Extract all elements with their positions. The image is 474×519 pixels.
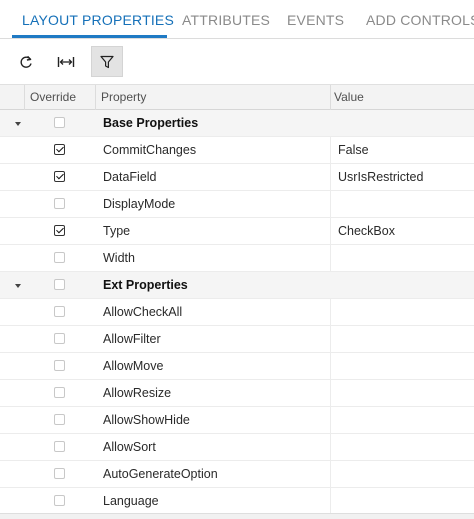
- table-row[interactable]: Type CheckBox: [0, 218, 474, 245]
- table-row[interactable]: AutoGenerateOption: [0, 461, 474, 488]
- tab-add-controls[interactable]: ADD CONTROLS: [366, 0, 474, 38]
- table-row[interactable]: AllowResize: [0, 380, 474, 407]
- value-column-header[interactable]: Value: [334, 85, 364, 110]
- table-row[interactable]: DataField UsrIsRestricted: [0, 164, 474, 191]
- override-checkbox[interactable]: [54, 495, 65, 506]
- property-name: Base Properties: [103, 116, 199, 130]
- group-row-ext-properties[interactable]: Ext Properties: [0, 272, 474, 299]
- property-name: AllowMove: [103, 359, 164, 373]
- active-tab-indicator: [12, 35, 167, 38]
- fit-width-icon: [57, 56, 75, 67]
- horizontal-scrollbar[interactable]: [0, 513, 474, 519]
- table-row[interactable]: AllowSort: [0, 434, 474, 461]
- property-name: Type: [103, 224, 131, 238]
- collapse-caret-icon[interactable]: [15, 284, 21, 288]
- property-name: CommitChanges: [103, 143, 197, 157]
- override-checkbox[interactable]: [54, 279, 65, 290]
- group-row-base-properties[interactable]: Base Properties: [0, 110, 474, 137]
- grid-header: Override Property Value: [0, 84, 474, 110]
- table-row[interactable]: CommitChanges False: [0, 137, 474, 164]
- override-checkbox[interactable]: [54, 468, 65, 479]
- tab-layout-properties[interactable]: LAYOUT PROPERTIES: [22, 0, 174, 38]
- property-value[interactable]: CheckBox: [338, 218, 395, 244]
- override-checkbox[interactable]: [54, 171, 65, 182]
- override-checkbox[interactable]: [54, 117, 65, 128]
- override-checkbox[interactable]: [54, 333, 65, 344]
- property-name: DataField: [103, 170, 157, 184]
- property-column-header[interactable]: Property: [101, 85, 146, 110]
- table-row[interactable]: DisplayMode: [0, 191, 474, 218]
- refresh-icon: [20, 55, 32, 68]
- filter-button[interactable]: [91, 46, 123, 77]
- override-checkbox[interactable]: [54, 144, 65, 155]
- property-name: Ext Properties: [103, 278, 188, 292]
- grid-body: Base Properties CommitChanges False Data…: [0, 110, 474, 515]
- property-name: AllowCheckAll: [103, 305, 183, 319]
- override-checkbox[interactable]: [54, 360, 65, 371]
- override-column-header[interactable]: Override: [30, 85, 76, 110]
- override-checkbox[interactable]: [54, 252, 65, 263]
- filter-icon: [100, 55, 114, 68]
- override-checkbox[interactable]: [54, 441, 65, 452]
- property-name: Width: [103, 251, 135, 265]
- property-name: AllowSort: [103, 440, 156, 454]
- tab-attributes[interactable]: ATTRIBUTES: [182, 0, 270, 38]
- property-name: DisplayMode: [103, 197, 176, 211]
- table-row[interactable]: AllowCheckAll: [0, 299, 474, 326]
- fit-to-screen-button[interactable]: [50, 46, 82, 77]
- column-divider: [24, 85, 25, 110]
- override-checkbox[interactable]: [54, 198, 65, 209]
- property-name: AllowFilter: [103, 332, 161, 346]
- column-divider: [95, 85, 96, 110]
- tab-bar: LAYOUT PROPERTIES ATTRIBUTES EVENTS ADD …: [0, 0, 474, 39]
- override-checkbox[interactable]: [54, 387, 65, 398]
- property-value[interactable]: UsrIsRestricted: [338, 164, 423, 190]
- override-checkbox[interactable]: [54, 306, 65, 317]
- property-name: AllowResize: [103, 386, 172, 400]
- tab-events[interactable]: EVENTS: [287, 0, 344, 38]
- table-row[interactable]: AllowShowHide: [0, 407, 474, 434]
- table-row[interactable]: AllowFilter: [0, 326, 474, 353]
- table-row[interactable]: Width: [0, 245, 474, 272]
- column-divider: [330, 85, 331, 110]
- override-checkbox[interactable]: [54, 414, 65, 425]
- property-name: AutoGenerateOption: [103, 467, 218, 481]
- table-row[interactable]: AllowMove: [0, 353, 474, 380]
- toolbar: [0, 39, 474, 84]
- override-checkbox[interactable]: [54, 225, 65, 236]
- property-name: AllowShowHide: [103, 413, 190, 427]
- refresh-button[interactable]: [10, 46, 42, 77]
- table-row[interactable]: Language: [0, 488, 474, 515]
- collapse-caret-icon[interactable]: [15, 122, 21, 126]
- property-name: Language: [103, 494, 159, 508]
- property-value[interactable]: False: [338, 137, 369, 163]
- properties-grid: Override Property Value Base Properties …: [0, 84, 474, 515]
